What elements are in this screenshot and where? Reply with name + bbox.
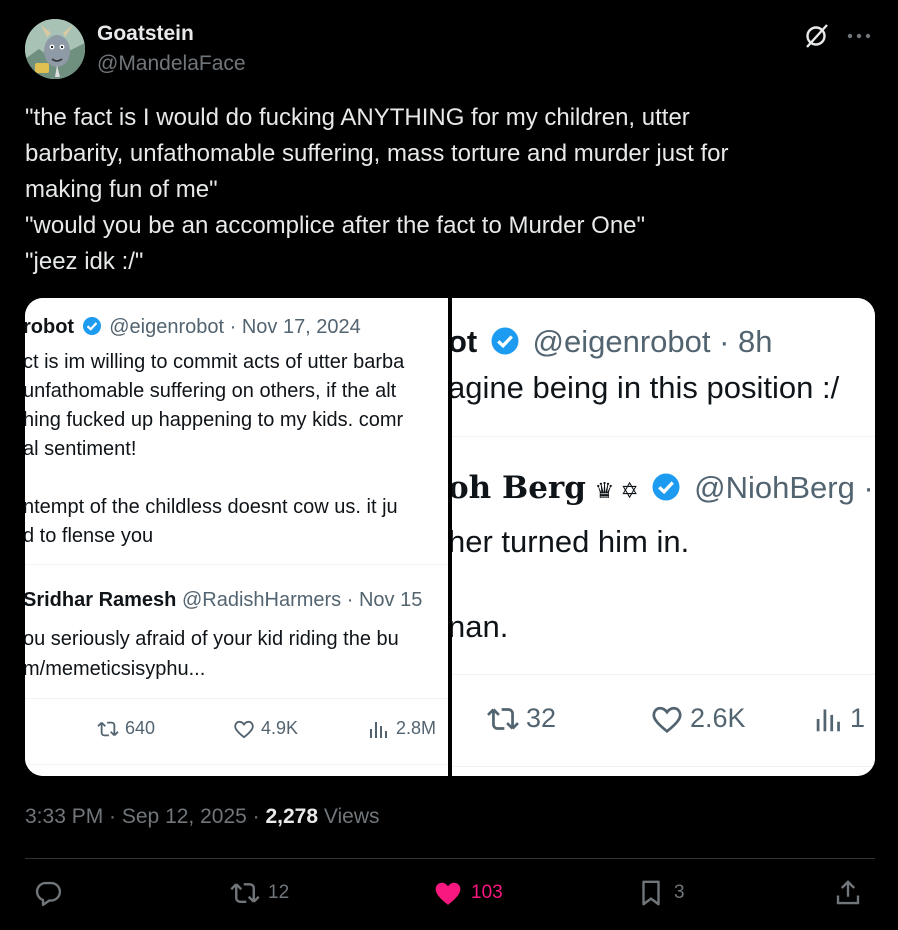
reply-line: m/memeticsisyphu... [25, 658, 206, 680]
screenshot-retweet-count: 640 [125, 718, 156, 738]
grok-icon[interactable] [803, 22, 831, 50]
zoomed-reply-line: her turned him in. [452, 524, 690, 559]
bookmark-count: 3 [674, 882, 685, 903]
quoted-handle-date: @eigenrobot · Nov 17, 2024 [109, 316, 361, 338]
reply-bubble-icon [35, 881, 62, 907]
repost-count: 12 [268, 882, 290, 903]
reply-button[interactable] [33, 878, 71, 908]
retweet-icon [487, 707, 519, 730]
name-badges: ♛ ✡ [594, 478, 639, 503]
zoomed-views: 1 [814, 703, 865, 734]
more-options-icon[interactable] [845, 22, 873, 50]
avatar[interactable] [25, 19, 85, 79]
heart-outline-icon [234, 720, 254, 738]
post-line: "the fact is I would do fucking ANYTHING… [25, 104, 690, 131]
goat-avatar-icon [25, 19, 85, 79]
quoted-line: unfathomable suffering on others, if the… [25, 380, 397, 402]
screenshot-right: ot @eigenrobot · 8h agine being in this … [452, 298, 875, 776]
quoted-tweet-body: ct is im willing to commit acts of utter… [25, 348, 404, 551]
repost-icon [230, 883, 260, 903]
like-count: 103 [471, 882, 503, 903]
post-line: barbarity, unfathomable suffering, mass … [25, 140, 729, 167]
post-meta: 3:33 PM · Sep 12, 2025 · 2,278 Views [25, 805, 380, 829]
zoomed-action-bar: 32 2.6K 1 [452, 703, 875, 743]
quoted-line: ct is im willing to commit acts of utter… [25, 351, 405, 373]
verified-badge-icon [652, 473, 680, 501]
quoted-tweet-header: robot @eigenrobot · Nov 17, 2024 [25, 316, 361, 339]
post-line: "would you be an accomplice after the fa… [25, 212, 646, 239]
zoomed-retweet: 32 [486, 703, 556, 734]
screenshot-views: 2.8M [368, 718, 436, 739]
zoomed-handle-time: @eigenrobot · 8h [532, 324, 773, 359]
reply-line: ou seriously afraid of your kid riding t… [25, 628, 399, 650]
quoted-line: al sentiment! [25, 438, 137, 460]
quoted-author-name: robot [25, 316, 75, 338]
views-count: 2,278 [265, 805, 319, 828]
quoted-line: d to flense you [25, 525, 154, 547]
author-handle[interactable]: @MandelaFace [97, 52, 246, 76]
zoomed-reply-line: nan. [452, 609, 509, 644]
divider [452, 674, 875, 675]
views-chart-icon [816, 708, 840, 731]
share-upload-icon [836, 880, 860, 905]
bookmark-button[interactable]: 3 [636, 878, 685, 908]
screenshot-like-count: 4.9K [261, 718, 299, 738]
zoomed-reply-header: oh Berg ♛ ✡ @NiohBerg · [452, 470, 874, 506]
verified-badge-icon [491, 327, 519, 355]
divider [25, 764, 448, 765]
post-header: Goatstein @MandelaFace [25, 18, 875, 80]
zoomed-reply-handle: @NiohBerg · [694, 470, 874, 505]
reply-tweet-header: Sridhar Ramesh @RadishHarmers · Nov 15 [25, 589, 422, 612]
quoted-line [25, 464, 404, 493]
screenshot-left: robot @eigenrobot · Nov 17, 2024 ct is i… [25, 298, 448, 776]
post-action-bar: 12 103 3 [25, 872, 875, 918]
retweet-icon [97, 721, 119, 736]
quoted-line: ntempt of the childless doesnt cow us. i… [25, 496, 398, 518]
post-line: making fun of me" [25, 176, 218, 203]
screenshot-action-bar: 640 4.9K 2.8M [25, 718, 448, 748]
zoomed-views-count: 1 [850, 703, 866, 733]
zoomed-tweet-header: ot @eigenrobot · 8h [452, 324, 773, 360]
repost-button[interactable]: 12 [230, 878, 289, 908]
divider [452, 436, 875, 437]
post-timestamp[interactable]: 3:33 PM · Sep 12, 2025 · [25, 805, 265, 828]
quoted-line: hing fucked up happening to my kids. com… [25, 409, 404, 431]
verified-badge-icon [82, 317, 101, 335]
zoomed-retweet-count: 32 [526, 703, 557, 733]
heart-outline-icon [652, 706, 682, 733]
bookmark-icon [642, 880, 660, 906]
post-media-image[interactable]: robot @eigenrobot · Nov 17, 2024 ct is i… [25, 298, 875, 776]
zoomed-like-count: 2.6K [690, 703, 746, 733]
reply-author-name: Sridhar Ramesh [25, 589, 177, 611]
post-line: "jeez idk :/" [25, 248, 144, 275]
screenshot-like: 4.9K [233, 718, 298, 739]
share-button[interactable] [833, 878, 863, 908]
zoomed-tweet-body: agine being in this position :/ [452, 370, 840, 405]
screenshot-views-count: 2.8M [396, 718, 437, 738]
like-button[interactable]: 103 [433, 878, 503, 908]
heart-filled-icon [435, 882, 461, 905]
zoomed-author-name: ot [452, 324, 478, 359]
screenshot-retweet: 640 [97, 718, 155, 739]
views-label: Views [318, 805, 380, 828]
divider [452, 766, 875, 767]
reply-tweet-body: ou seriously afraid of your kid riding t… [25, 624, 399, 684]
divider [25, 698, 448, 699]
zoomed-reply-name: oh Berg [452, 470, 586, 506]
reply-handle-date: @RadishHarmers · Nov 15 [181, 589, 423, 611]
divider [25, 858, 875, 859]
divider [25, 564, 448, 565]
post-text: "the fact is I would do fucking ANYTHING… [25, 100, 875, 280]
author-display-name[interactable]: Goatstein [97, 22, 194, 46]
views-chart-icon [370, 721, 387, 738]
zoomed-like: 2.6K [650, 703, 746, 734]
